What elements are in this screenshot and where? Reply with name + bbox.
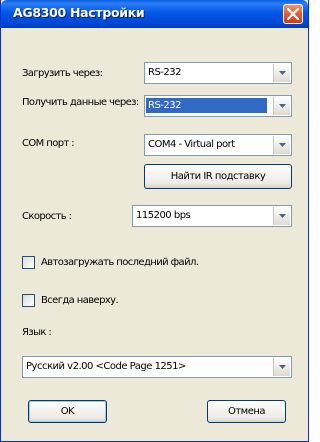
cancel-button[interactable]: Отмена xyxy=(207,400,286,423)
window-title: AG8300 Настройки xyxy=(13,5,145,20)
find-ir-cradle-label: Найти IR подставку xyxy=(170,171,266,182)
load-via-dropdown-button[interactable] xyxy=(273,64,290,82)
close-icon xyxy=(287,8,299,20)
load-via-label: Загрузить через: xyxy=(22,68,103,79)
always-on-top-checkbox[interactable] xyxy=(22,294,35,307)
ok-label: OK xyxy=(60,406,75,417)
receive-data-select[interactable]: RS-232 xyxy=(144,95,292,117)
language-dropdown-button[interactable] xyxy=(273,358,290,376)
chevron-down-icon xyxy=(279,143,286,147)
com-port-select[interactable]: COM4 - Virtual port xyxy=(144,134,292,156)
settings-dialog: AG8300 Настройки Загрузить через: RS-232… xyxy=(0,0,309,442)
speed-select[interactable]: 115200 bps xyxy=(132,205,292,227)
com-port-value: COM4 - Virtual port xyxy=(148,139,235,150)
speed-label: Скорость : xyxy=(22,211,72,222)
load-via-value: RS-232 xyxy=(148,67,182,78)
close-button[interactable] xyxy=(283,4,303,24)
receive-data-label: Получить данные через: xyxy=(22,97,139,108)
autoload-last-file-label: Автозагружать последний файл. xyxy=(41,257,199,268)
chevron-down-icon xyxy=(279,104,286,108)
find-ir-cradle-button[interactable]: Найти IR подставку xyxy=(144,164,292,189)
title-bar: AG8300 Настройки xyxy=(1,0,308,28)
ok-button[interactable]: OK xyxy=(28,400,107,423)
receive-data-value: RS-232 xyxy=(146,98,267,113)
language-select[interactable]: Русский v2.00 <Code Page 1251> xyxy=(22,356,292,378)
com-port-label: COM порт : xyxy=(22,138,75,149)
receive-data-dropdown-button[interactable] xyxy=(273,97,290,115)
always-on-top-label: Всегда наверху. xyxy=(41,295,119,306)
load-via-select[interactable]: RS-232 xyxy=(144,62,292,84)
chevron-down-icon xyxy=(279,71,286,75)
com-port-dropdown-button[interactable] xyxy=(273,136,290,154)
autoload-last-file-checkbox[interactable] xyxy=(22,256,35,269)
language-value: Русский v2.00 <Code Page 1251> xyxy=(26,361,186,372)
speed-value: 115200 bps xyxy=(136,210,191,221)
speed-dropdown-button[interactable] xyxy=(273,207,290,225)
language-label: Язык : xyxy=(22,327,52,338)
chevron-down-icon xyxy=(279,214,286,218)
cancel-label: Отмена xyxy=(227,406,266,417)
chevron-down-icon xyxy=(279,365,286,369)
